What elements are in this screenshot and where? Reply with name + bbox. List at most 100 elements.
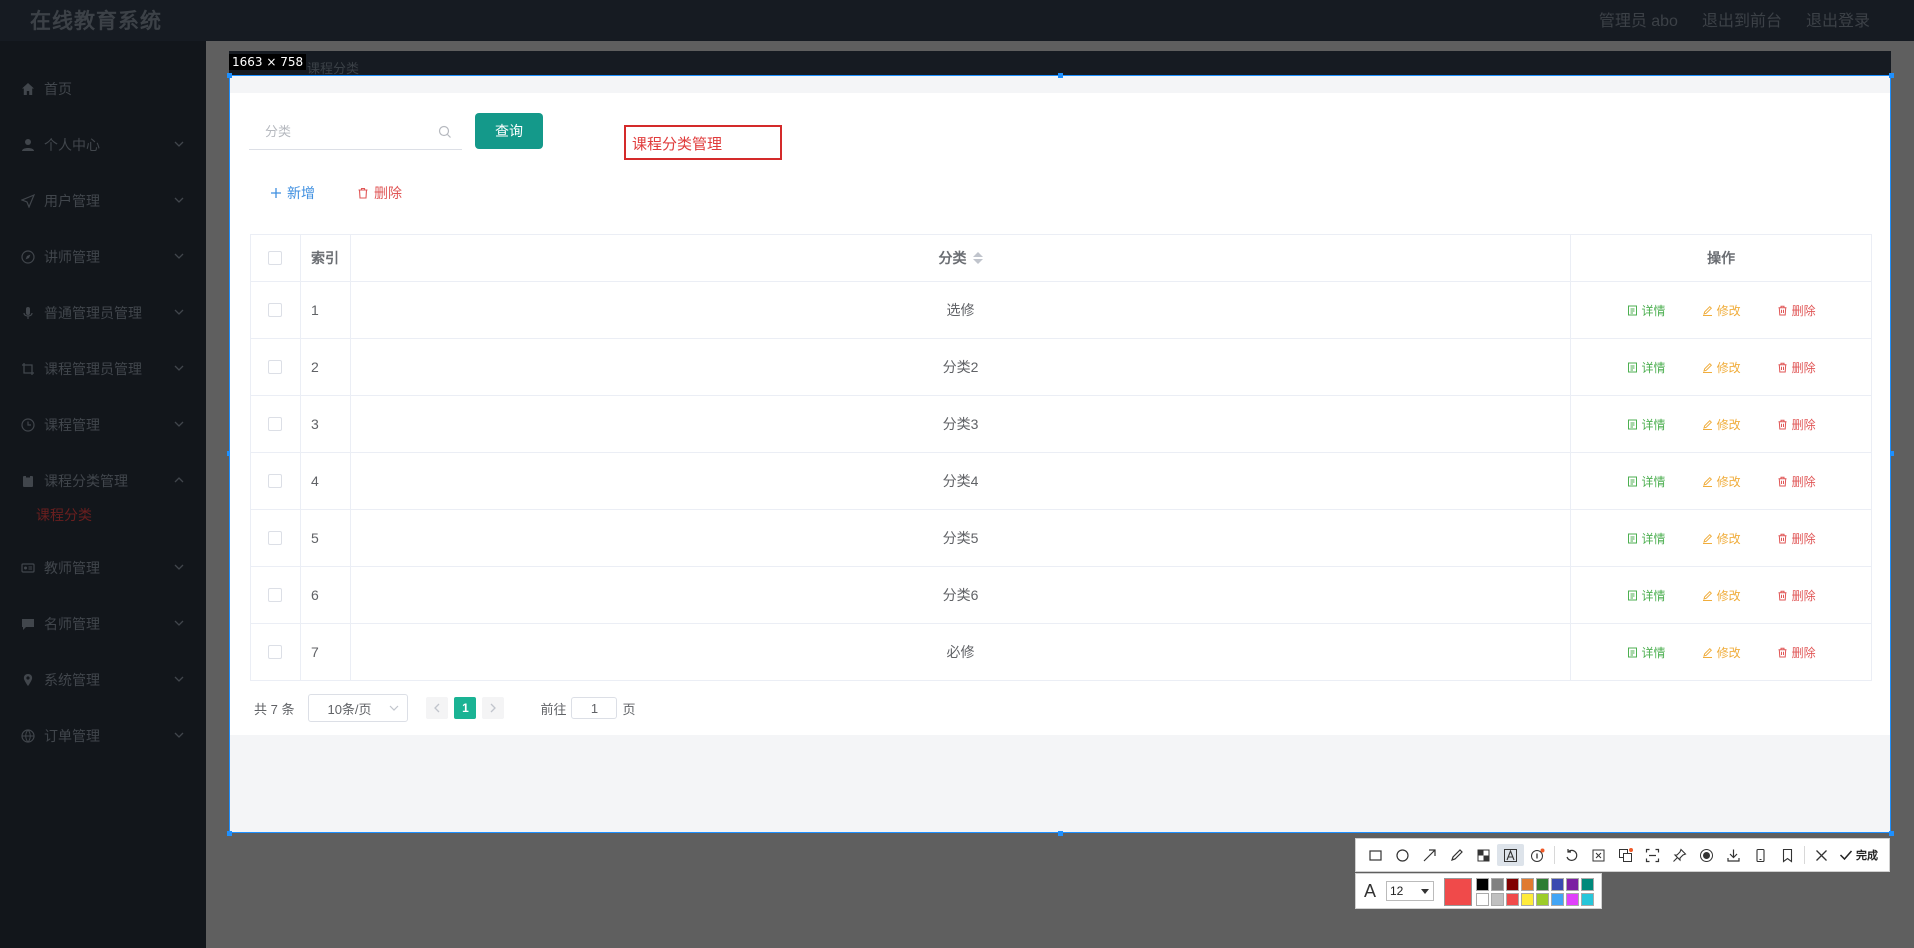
record-tool[interactable] <box>1693 844 1720 866</box>
delete-button[interactable]: 删除 <box>1777 530 1816 547</box>
color-swatch[interactable] <box>1491 878 1504 891</box>
color-swatch[interactable] <box>1506 878 1519 891</box>
rectangle-tool[interactable] <box>1362 844 1389 866</box>
sort-icon[interactable] <box>972 252 983 264</box>
resize-handle[interactable] <box>1058 73 1063 78</box>
resize-handle[interactable] <box>227 73 232 78</box>
delete-button[interactable]: 删除 <box>1777 473 1816 490</box>
detail-button[interactable]: 详情 <box>1627 530 1666 547</box>
resize-handle[interactable] <box>1889 831 1894 836</box>
edit-button[interactable]: 修改 <box>1702 587 1741 604</box>
resize-handle[interactable] <box>1889 73 1894 78</box>
arrow-tool[interactable] <box>1416 844 1443 866</box>
color-swatch[interactable] <box>1521 893 1534 906</box>
sidebar-item-teacher-management[interactable]: 教师管理 <box>0 548 206 588</box>
page-number-button[interactable]: 1 <box>454 697 477 719</box>
translate-tool[interactable] <box>1612 844 1639 866</box>
row-checkbox[interactable] <box>268 303 283 317</box>
color-swatch[interactable] <box>1566 893 1579 906</box>
edit-button[interactable]: 修改 <box>1702 530 1741 547</box>
row-checkbox[interactable] <box>268 417 283 431</box>
submenu-item-course-category[interactable]: 课程分类 <box>36 505 92 525</box>
text-tool[interactable] <box>1497 844 1524 866</box>
goto-page-input[interactable] <box>571 697 618 719</box>
query-button[interactable]: 查询 <box>475 113 543 149</box>
sidebar-item-admin-management[interactable]: 普通管理员管理 <box>0 293 206 333</box>
color-swatch[interactable] <box>1536 893 1549 906</box>
table-row[interactable]: 4 分类4 详情 修改 删除 <box>251 453 1872 510</box>
logout-link[interactable]: 退出登录 <box>1806 7 1870 31</box>
color-swatch[interactable] <box>1536 878 1549 891</box>
ellipse-tool[interactable] <box>1389 844 1416 866</box>
delete-button[interactable]: 删除 <box>1777 644 1816 661</box>
sidebar-item-personal-center[interactable]: 个人中心 <box>0 125 206 165</box>
sidebar-item-category-management[interactable]: 课程分类管理 <box>0 461 206 501</box>
delete-button[interactable]: 删除 <box>1777 416 1816 433</box>
pen-tool[interactable] <box>1443 844 1470 866</box>
color-swatch[interactable] <box>1506 893 1519 906</box>
sidebar-item-home[interactable]: 首页 <box>0 69 206 109</box>
delete-button[interactable]: 删除 <box>1777 359 1816 376</box>
color-swatch[interactable] <box>1566 878 1579 891</box>
detail-button[interactable]: 详情 <box>1627 473 1666 490</box>
prev-page-button[interactable] <box>426 697 449 719</box>
sidebar-item-lecturer-management[interactable]: 讲师管理 <box>0 237 206 277</box>
detail-button[interactable]: 详情 <box>1627 644 1666 661</box>
batch-delete-button[interactable]: 删除 <box>357 183 402 203</box>
table-row[interactable]: 1 选修 详情 修改 删除 <box>251 282 1872 339</box>
column-header-category[interactable]: 分类 <box>351 235 1572 281</box>
resize-handle[interactable] <box>1058 831 1063 836</box>
font-size-select[interactable]: 12 <box>1386 881 1434 901</box>
ocr-tool[interactable] <box>1639 844 1666 866</box>
undo-tool[interactable] <box>1558 844 1585 866</box>
category-search-input[interactable] <box>249 114 429 148</box>
sidebar-item-course-admin-management[interactable]: 课程管理员管理 <box>0 349 206 389</box>
add-button[interactable]: 新增 <box>270 183 315 203</box>
category-search-field[interactable] <box>249 114 462 150</box>
sidebar-item-famous-teacher-management[interactable]: 名师管理 <box>0 604 206 644</box>
edit-button[interactable]: 修改 <box>1702 644 1741 661</box>
color-swatch[interactable] <box>1551 878 1564 891</box>
resize-handle[interactable] <box>227 831 232 836</box>
color-swatch[interactable] <box>1476 893 1489 906</box>
color-swatch[interactable] <box>1476 878 1489 891</box>
row-checkbox[interactable] <box>268 474 283 488</box>
mosaic-tool[interactable] <box>1470 844 1497 866</box>
select-all-checkbox[interactable] <box>268 251 283 265</box>
row-checkbox[interactable] <box>268 588 283 602</box>
table-row[interactable]: 3 分类3 详情 修改 删除 <box>251 396 1872 453</box>
current-color-swatch[interactable] <box>1444 878 1472 906</box>
pin-tool[interactable] <box>1666 844 1693 866</box>
number-tool[interactable] <box>1524 844 1551 866</box>
detail-button[interactable]: 详情 <box>1627 587 1666 604</box>
color-swatch[interactable] <box>1521 878 1534 891</box>
sidebar-item-user-management[interactable]: 用户管理 <box>0 181 206 221</box>
detail-button[interactable]: 详情 <box>1627 359 1666 376</box>
row-checkbox[interactable] <box>268 531 283 545</box>
row-checkbox[interactable] <box>268 645 283 659</box>
edit-button[interactable]: 修改 <box>1702 302 1741 319</box>
detail-button[interactable]: 详情 <box>1627 302 1666 319</box>
color-swatch[interactable] <box>1581 893 1594 906</box>
cut-tool[interactable] <box>1585 844 1612 866</box>
color-swatch[interactable] <box>1581 878 1594 891</box>
table-row[interactable]: 2 分类2 详情 修改 删除 <box>251 339 1872 396</box>
detail-button[interactable]: 详情 <box>1627 416 1666 433</box>
row-checkbox[interactable] <box>268 360 283 374</box>
sidebar-item-course-management[interactable]: 课程管理 <box>0 405 206 445</box>
color-swatch[interactable] <box>1491 893 1504 906</box>
cancel-tool[interactable] <box>1808 844 1835 866</box>
save-tool[interactable] <box>1720 844 1747 866</box>
edit-button[interactable]: 修改 <box>1702 473 1741 490</box>
delete-button[interactable]: 删除 <box>1777 302 1816 319</box>
page-size-select[interactable]: 10条/页 <box>308 694 409 722</box>
table-row[interactable]: 7 必修 详情 修改 删除 <box>251 624 1872 681</box>
bookmark-tool[interactable] <box>1774 844 1801 866</box>
sidebar-item-order-management[interactable]: 订单管理 <box>0 716 206 756</box>
edit-button[interactable]: 修改 <box>1702 359 1741 376</box>
table-row[interactable]: 6 分类6 详情 修改 删除 <box>251 567 1872 624</box>
next-page-button[interactable] <box>482 697 505 719</box>
table-row[interactable]: 5 分类5 详情 修改 删除 <box>251 510 1872 567</box>
phone-tool[interactable] <box>1747 844 1774 866</box>
color-swatch[interactable] <box>1551 893 1564 906</box>
